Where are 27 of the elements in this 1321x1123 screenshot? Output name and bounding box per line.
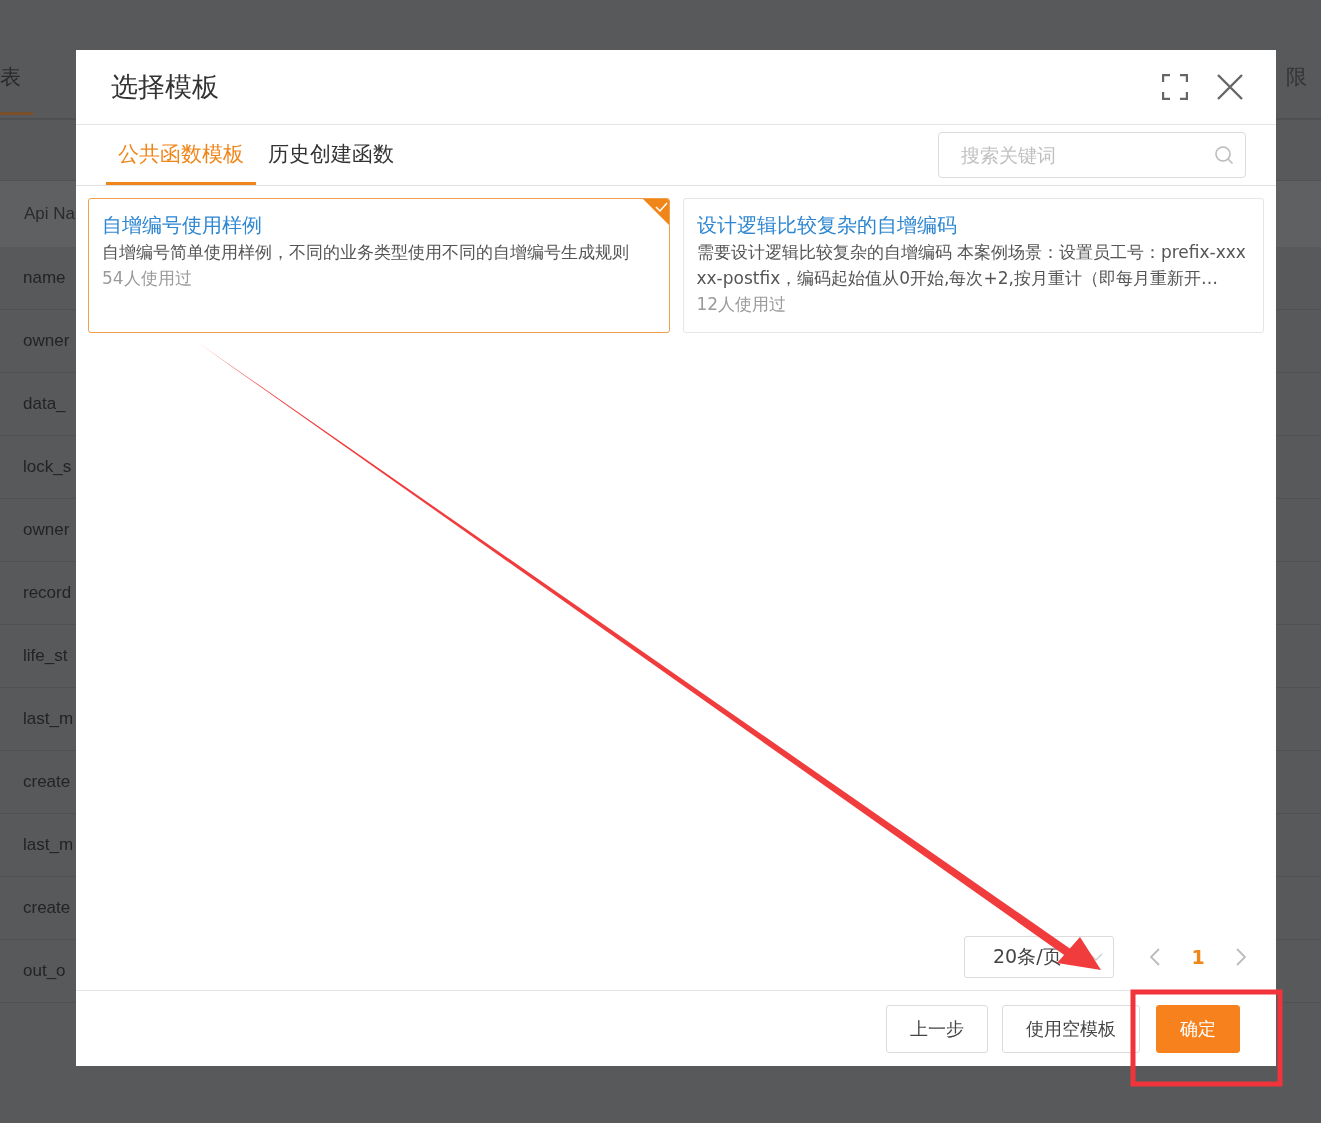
table-cell: create [23,898,71,918]
table-cell: data_ [23,394,66,414]
dialog-button[interactable]: 上一步 [886,1004,988,1053]
close-icon[interactable] [1216,73,1244,101]
template-description: 自增编号简单使用样例，不同的业务类型使用不同的自增编号生成规则 [102,241,630,264]
selected-check-icon [642,199,669,225]
column-header: Api Na [24,204,76,224]
table-cell: name [23,268,66,288]
table-cell: owner [23,331,70,351]
template-title: 设计逻辑比较复杂的自增编码 [696,212,958,239]
table-cell: create [23,772,71,792]
search-field[interactable]: 搜索关键词 [938,132,1246,178]
template-card[interactable]: 设计逻辑比较复杂的自增编码 需要设计逻辑比较复杂的自增编码 本案例场景：设置员工号：prefix-xxxxx-postfix，编码起始值从0开始,每次+2,按月重计（即每月重新开… 12人使用过 [682,198,1264,333]
table-cell: owner [23,520,70,540]
table-cell: last_m [23,835,74,855]
tab[interactable]: 历史创建函数 [256,125,406,185]
template-description: 需要设计逻辑比较复杂的自增编码 本案例场景：设置员工号：prefix-xxxxx-postfix，编码起始值从0开始,每次+2,按月重计（即每月重新开… [696,241,1247,290]
usage-count: 54人使用过 [102,267,193,290]
search-icon [1214,145,1234,165]
template-title: 自增编号使用样例 [102,212,263,239]
dialog-button[interactable]: 使用空模板 [1002,1004,1140,1053]
dialog-title: 选择模板 [111,70,220,104]
usage-count: 12人使用过 [696,293,788,316]
fullscreen-icon[interactable] [1162,74,1188,100]
table-cell: record [23,583,72,603]
template-card[interactable]: 自增编号使用样例 自增编号简单使用样例，不同的业务类型使用不同的自增编号生成规则 54人使用过 [88,198,670,333]
table-cell: last_m [23,709,74,729]
